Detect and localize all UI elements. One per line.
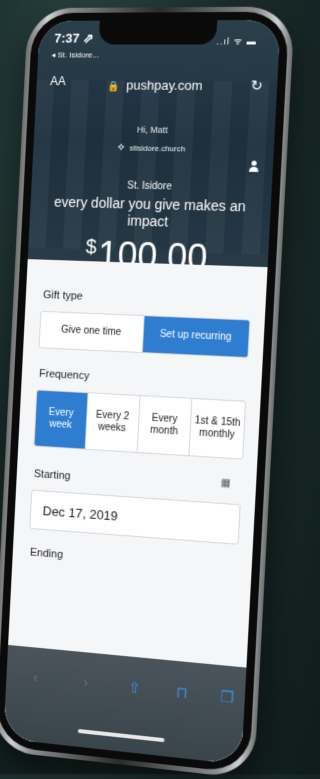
address-bar[interactable]: 🔒 pushpay.com [36, 77, 277, 94]
frequency-label: Frequency [38, 367, 90, 383]
gift-type-label: Gift type [42, 289, 84, 303]
back-to-app-link[interactable]: ◂ St. Isidore... [51, 51, 99, 60]
forward-icon[interactable]: › [83, 674, 89, 691]
home-indicator [77, 728, 165, 743]
share-icon[interactable]: ⇧ [128, 678, 141, 697]
hero-header: 7:37 ⇗ ◂ St. Isidore... ..ıl ᯤ ▬ AA 🔒 pu… [27, 19, 281, 279]
phone-screen: 7:37 ⇗ ◂ St. Isidore... ..ıl ᯤ ▬ AA 🔒 pu… [3, 19, 281, 765]
starting-date-field[interactable]: Dec 17, 2019 ▦ [29, 478, 241, 545]
frequency-selector: Every week Every 2 weeks Every month 1st… [33, 389, 247, 460]
user-icon[interactable] [248, 160, 259, 173]
starting-label: Starting [33, 468, 71, 483]
reload-icon[interactable]: ↻ [250, 77, 263, 94]
status-time: 7:37 ⇗ [53, 30, 95, 46]
notch [98, 20, 218, 45]
church-name: St. Isidore [126, 180, 173, 193]
tagline: every dollar you give makes an impact [53, 193, 247, 230]
set-up-recurring-option[interactable]: Set up recurring [141, 316, 250, 358]
church-logo: ⟡ stisidore.church [33, 141, 274, 156]
logo-mark-icon: ⟡ [117, 142, 125, 154]
logo-text: stisidore.church [129, 143, 186, 154]
currency-symbol: $ [85, 236, 98, 259]
starting-date-value: Dec 17, 2019 [42, 503, 119, 524]
phone-bezel: 7:37 ⇗ ◂ St. Isidore... ..ıl ᯤ ▬ AA 🔒 pu… [0, 11, 290, 774]
calendar-icon[interactable]: ▦ [221, 478, 231, 490]
give-one-time-option[interactable]: Give one time [40, 312, 144, 352]
greeting: Hi, Matt [136, 124, 169, 136]
bookmarks-icon[interactable]: ⊓ [176, 683, 189, 702]
back-icon[interactable]: ‹ [33, 669, 39, 686]
frequency-1st-15th-monthly[interactable]: 1st & 15th monthly [188, 398, 246, 459]
frequency-every-2-weeks[interactable]: Every 2 weeks [84, 393, 140, 452]
phone-frame: 7:37 ⇗ ◂ St. Isidore... ..ıl ᯤ ▬ AA 🔒 pu… [0, 6, 295, 779]
lock-icon: 🔒 [107, 81, 120, 93]
status-icons: ..ıl ᯤ ▬ [216, 36, 258, 47]
frequency-every-month[interactable]: Every month [136, 396, 192, 456]
frequency-every-week[interactable]: Every week [34, 390, 88, 449]
url-text: pushpay.com [125, 77, 203, 94]
ending-label: Ending [29, 546, 64, 562]
tabs-icon[interactable]: ❐ [220, 687, 235, 707]
gift-type-selector: Give one time Set up recurring [38, 310, 251, 359]
